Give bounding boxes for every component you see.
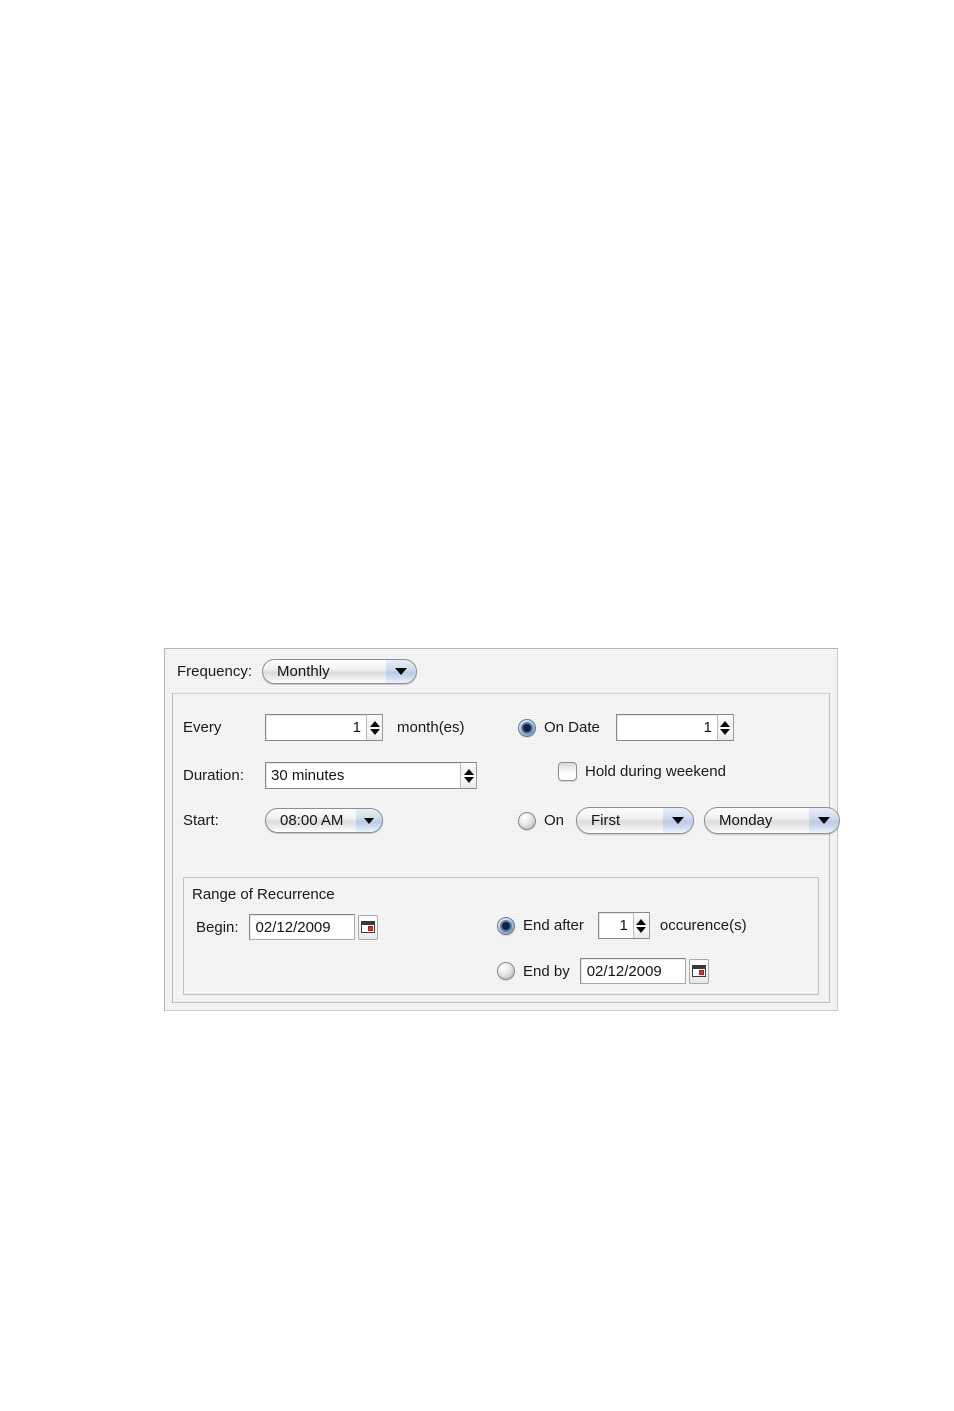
- every-label: Every: [183, 719, 222, 736]
- end-by-date-calendar-button[interactable]: [688, 958, 709, 984]
- spinner-down-icon[interactable]: [718, 728, 733, 741]
- frequency-dropdown-value: Monthly: [277, 662, 330, 680]
- end-by-row: End by 02/12/2009: [497, 958, 709, 984]
- every-unit-label: month(es): [397, 719, 465, 736]
- ordinal-value: First: [591, 812, 621, 829]
- spinner-down-icon[interactable]: [634, 926, 649, 939]
- duration-spinner-buttons[interactable]: [460, 763, 476, 788]
- ordinal-dropdown[interactable]: First: [576, 807, 695, 834]
- on-date-spinner-buttons[interactable]: [716, 715, 733, 741]
- end-by-radio[interactable]: [497, 962, 515, 980]
- duration-label: Duration:: [183, 767, 244, 784]
- duration-value: 30 minutes: [271, 767, 345, 784]
- begin-row: Begin: 02/12/2009: [196, 914, 378, 940]
- spinner-up-icon[interactable]: [634, 913, 649, 926]
- on-date-day-value: 1: [703, 719, 712, 736]
- end-after-row: End after 1 occurence(s): [497, 912, 747, 939]
- hold-weekend-row[interactable]: Hold during weekend: [558, 762, 726, 781]
- start-time-dropdown[interactable]: 08:00 AM: [265, 808, 383, 833]
- start-row: Start: 08:00 AM: [183, 808, 383, 833]
- frequency-row: Frequency: Monthly: [165, 649, 837, 693]
- every-interval-spinner[interactable]: 1: [265, 714, 383, 741]
- recurrence-settings-panel: Frequency: Monthly Every 1 month(es) On …: [164, 648, 841, 1011]
- details-box: Every 1 month(es) On Date 1 Duration: 30…: [172, 693, 841, 1003]
- start-time-value: 08:00 AM: [280, 812, 344, 829]
- chevron-down-icon: [386, 659, 417, 683]
- on-weekday-label: On: [544, 812, 565, 829]
- on-date-label: On Date: [544, 719, 600, 736]
- end-after-label: End after: [523, 917, 584, 934]
- frequency-label: Frequency:: [177, 662, 253, 680]
- end-by-label: End by: [523, 962, 570, 980]
- begin-date-field[interactable]: 02/12/2009: [248, 914, 355, 940]
- calendar-icon: [360, 921, 375, 933]
- end-after-unit-label: occurence(s): [659, 917, 747, 934]
- on-weekday-row: On First Monday: [518, 807, 841, 834]
- duration-spinner[interactable]: 30 minutes: [265, 762, 477, 789]
- end-by-date-field[interactable]: 02/12/2009: [579, 958, 686, 984]
- end-after-count-value: 1: [619, 917, 628, 934]
- calendar-icon: [691, 965, 706, 977]
- chevron-down-icon: [356, 809, 382, 832]
- on-date-row: On Date 1: [518, 714, 734, 741]
- chevron-down-icon: [809, 808, 840, 833]
- on-date-day-spinner[interactable]: 1: [615, 714, 734, 741]
- begin-date-value: 02/12/2009: [255, 918, 331, 936]
- spinner-up-icon[interactable]: [718, 715, 733, 728]
- end-after-count-spinner[interactable]: 1: [597, 912, 650, 939]
- range-of-recurrence-title: Range of Recurrence: [192, 886, 335, 903]
- begin-label: Begin:: [196, 918, 239, 936]
- spinner-down-icon[interactable]: [367, 728, 382, 741]
- range-of-recurrence-group: Range of Recurrence Begin: 02/12/2009 En…: [183, 877, 819, 995]
- begin-date-calendar-button[interactable]: [357, 914, 378, 940]
- spinner-up-icon[interactable]: [367, 715, 382, 728]
- every-row: Every 1 month(es): [183, 714, 465, 741]
- end-after-spinner-buttons[interactable]: [632, 913, 649, 939]
- on-weekday-radio[interactable]: [518, 811, 536, 830]
- weekday-value: Monday: [719, 812, 773, 829]
- end-by-date-value: 02/12/2009: [586, 962, 662, 980]
- on-date-radio[interactable]: [518, 718, 536, 737]
- chevron-down-icon: [663, 808, 694, 833]
- hold-during-weekend-checkbox[interactable]: [558, 762, 577, 781]
- start-label: Start:: [183, 812, 219, 829]
- every-interval-spinner-buttons[interactable]: [366, 715, 382, 740]
- duration-row: Duration: 30 minutes: [183, 762, 477, 789]
- weekday-dropdown[interactable]: Monday: [704, 807, 841, 834]
- every-interval-value: 1: [352, 719, 361, 736]
- spinner-up-icon[interactable]: [461, 763, 476, 776]
- hold-during-weekend-label: Hold during weekend: [585, 763, 726, 780]
- frequency-dropdown[interactable]: Monthly: [262, 658, 418, 684]
- end-after-radio[interactable]: [497, 916, 515, 935]
- spinner-down-icon[interactable]: [461, 776, 476, 789]
